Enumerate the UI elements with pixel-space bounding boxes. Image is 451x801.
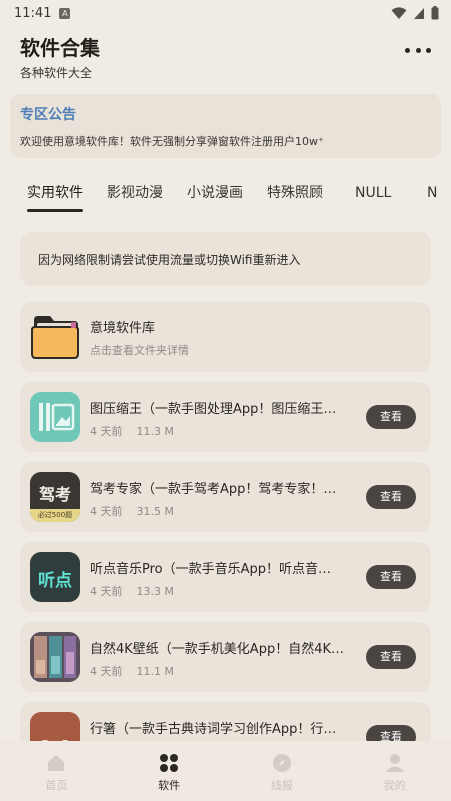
nav-label: 软件 <box>158 779 181 792</box>
nav-label: 首页 <box>45 779 68 792</box>
app-meta: 4 天前 31.5 M <box>90 503 174 519</box>
app-meta: 4 天前 11.3 M <box>90 423 174 439</box>
status-bar: 11:41 A <box>0 0 451 26</box>
music-icon: 听点 <box>30 552 80 602</box>
folder-item[interactable]: 意境软件库 点击查看文件夹详情 <box>20 302 431 372</box>
announcement-title: 专区公告 <box>20 107 76 123</box>
tab-label: 影视动漫 <box>107 185 163 201</box>
signal-icon <box>414 7 424 19</box>
view-button[interactable]: 查看 <box>366 485 416 509</box>
nav-profile[interactable]: 我的 <box>338 741 451 801</box>
tab-practical-software[interactable]: 实用软件 <box>27 176 83 216</box>
user-icon <box>385 754 404 772</box>
view-button[interactable]: 查看 <box>366 645 416 669</box>
app-list-item[interactable]: 自然4K壁纸（一款手机美化App！自然4K… 4 天前 11.1 M 查看 <box>20 622 431 692</box>
app-name: 图压缩王（一款手图处理App！图压缩王… <box>90 402 337 417</box>
nav-software[interactable]: 软件 <box>113 741 226 801</box>
app-list-item[interactable]: 图压缩王（一款手图处理App！图压缩王… 4 天前 11.3 M 查看 <box>20 382 431 452</box>
app-size: 11.3 M <box>136 425 174 438</box>
tab-label: 特殊照顾 <box>267 185 323 201</box>
app-size: 31.5 M <box>136 505 174 518</box>
sim-icon: A <box>59 7 71 19</box>
network-message-card: 因为网络限制请尝试使用流量或切换Wifi重新进入 <box>20 232 431 286</box>
app-name: 驾考专家（一款手驾考App！驾考专家！… <box>90 482 337 497</box>
nav-label: 线报 <box>270 779 293 792</box>
driving-exam-icon-badge: 必过500题 <box>37 511 73 519</box>
wifi-icon <box>391 6 407 19</box>
nav-deals[interactable]: 线报 <box>226 741 339 801</box>
app-time: 4 天前 <box>90 665 123 678</box>
app-meta: 4 天前 11.1 M <box>90 663 174 679</box>
status-time: 11:41 <box>14 5 52 21</box>
app-time: 4 天前 <box>90 425 123 438</box>
view-button[interactable]: 查看 <box>366 565 416 589</box>
app-meta: 4 天前 13.3 M <box>90 583 174 599</box>
tab-film-anime[interactable]: 影视动漫 <box>107 176 163 216</box>
app-list-item[interactable]: 听点 听点音乐Pro（一款手音乐App！听点音… 4 天前 13.3 M 查看 <box>20 542 431 612</box>
tab-null[interactable]: NULL <box>355 176 391 216</box>
music-icon-text: 听点 <box>38 571 72 591</box>
app-name: 自然4K壁纸（一款手机美化App！自然4K… <box>90 642 344 657</box>
tab-label: N <box>427 185 438 201</box>
active-tab-indicator <box>27 209 83 212</box>
image-compress-icon <box>30 392 80 442</box>
page-header: 软件合集 各种软件大全 <box>20 32 431 80</box>
tab-special-care[interactable]: 特殊照顾 <box>267 176 323 216</box>
announcement-card[interactable]: 专区公告 欢迎使用意境软件库！软件无强制分享弹窗软件注册用户10w⁺ <box>10 94 441 158</box>
more-dot-icon <box>426 47 431 53</box>
app-list-item[interactable]: 驾考 必过500题 驾考专家（一款手驾考App！驾考专家！… 4 天前 31.5 … <box>20 462 431 532</box>
driving-exam-icon: 驾考 必过500题 <box>30 472 80 522</box>
app-name: 行箸（一款手古典诗词学习创作App！行… <box>90 722 337 737</box>
folder-icon <box>31 316 79 359</box>
tab-n[interactable]: N <box>427 176 437 216</box>
more-dot-icon <box>405 47 410 53</box>
page-subtitle: 各种软件大全 <box>20 66 93 80</box>
wallpaper-icon <box>30 632 80 682</box>
category-tabs: 实用软件 影视动漫 小说漫画 特殊照顾 NULL N <box>0 176 451 220</box>
folder-name: 意境软件库 <box>90 321 156 336</box>
tab-label: NULL <box>355 185 392 201</box>
app-size: 11.1 M <box>136 665 174 678</box>
grid-icon <box>160 754 179 772</box>
more-dot-icon <box>415 47 421 53</box>
more-menu-button[interactable] <box>405 40 431 60</box>
view-button[interactable]: 查看 <box>366 405 416 429</box>
app-name: 听点音乐Pro（一款手音乐App！听点音… <box>90 562 332 577</box>
driving-exam-icon-text: 驾考 <box>38 485 71 504</box>
bottom-navigation: 首页 软件 线报 我的 <box>0 741 451 801</box>
home-icon <box>48 755 65 771</box>
app-size: 13.3 M <box>136 585 174 598</box>
nav-home[interactable]: 首页 <box>0 741 113 801</box>
compass-icon <box>272 754 291 772</box>
tab-novel-comic[interactable]: 小说漫画 <box>187 176 243 216</box>
app-time: 4 天前 <box>90 505 123 518</box>
battery-icon <box>431 6 439 20</box>
network-message-text: 因为网络限制请尝试使用流量或切换Wifi重新进入 <box>38 252 301 267</box>
announcement-text: 欢迎使用意境软件库！软件无强制分享弹窗软件注册用户10w⁺ <box>20 135 324 148</box>
tab-label: 小说漫画 <box>187 185 243 201</box>
folder-description: 点击查看文件夹详情 <box>90 344 189 357</box>
page-title: 软件合集 <box>20 36 100 60</box>
tab-label: 实用软件 <box>27 185 83 201</box>
nav-label: 我的 <box>383 779 406 792</box>
app-time: 4 天前 <box>90 585 123 598</box>
